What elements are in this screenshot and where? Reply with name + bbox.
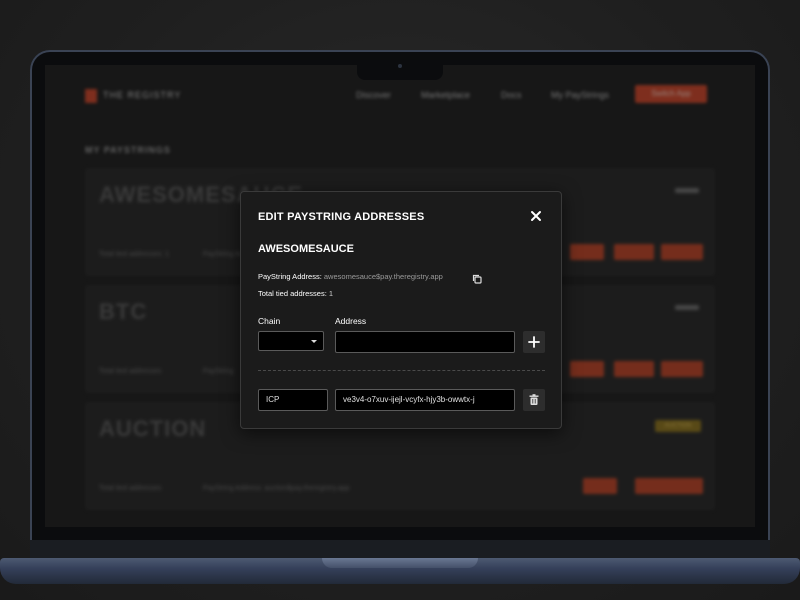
- edit-paystring-modal: EDIT PAYSTRING ADDRESSES AWESOMESAUCE Pa…: [240, 191, 562, 429]
- delete-address-button[interactable]: [523, 389, 545, 411]
- chain-select[interactable]: [258, 331, 324, 351]
- divider: [258, 370, 545, 371]
- address-label: Address: [335, 316, 367, 326]
- chain-label: Chain: [258, 316, 281, 326]
- paystring-address-value: awesomesauce$pay.theregistry.app: [323, 272, 443, 281]
- paystring-address: PayString Address: awesomesauce$pay.ther…: [258, 272, 443, 281]
- laptop-base-notch: [322, 558, 478, 568]
- total-label: Total tied addresses:: [258, 289, 327, 298]
- trash-icon: [529, 394, 539, 405]
- add-address-button[interactable]: [523, 331, 545, 353]
- entry-address-field[interactable]: ve3v4-o7xuv-ijejl-vcyfx-hjy3b-owwtx-j: [335, 389, 515, 411]
- chevron-down-icon: [311, 340, 317, 343]
- total-value: 1: [328, 289, 334, 298]
- camera-icon: [398, 64, 402, 68]
- entry-chain-field[interactable]: ICP: [258, 389, 328, 411]
- paystring-name: AWESOMESAUCE: [258, 243, 354, 255]
- address-input[interactable]: [335, 331, 515, 353]
- modal-title: EDIT PAYSTRING ADDRESSES: [258, 211, 425, 223]
- plus-icon: [528, 336, 540, 348]
- laptop-hinge: [30, 540, 770, 560]
- paystring-address-label: PayString Address:: [258, 272, 322, 281]
- copy-icon[interactable]: [472, 271, 482, 284]
- close-icon[interactable]: [529, 209, 543, 223]
- total-tied-addresses: Total tied addresses: 1: [258, 289, 333, 298]
